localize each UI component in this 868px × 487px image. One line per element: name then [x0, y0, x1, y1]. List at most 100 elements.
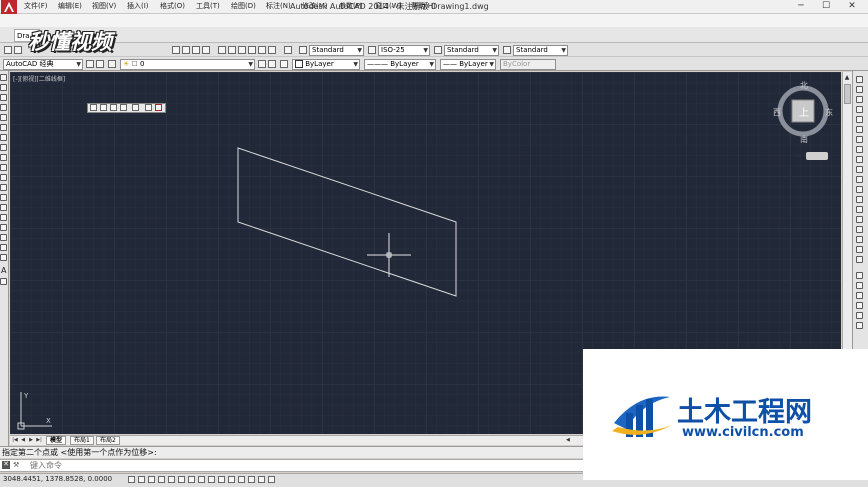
vertical-scroll-thumb[interactable] [844, 84, 851, 104]
layer-properties-icon[interactable] [108, 60, 116, 68]
object-snap-tracking-icon[interactable] [198, 476, 205, 483]
zoom-realtime-icon[interactable] [182, 46, 190, 54]
menu-edit[interactable]: 编辑(E) [58, 1, 82, 12]
next-layout-icon[interactable]: ▶ [28, 436, 34, 444]
text-style-select[interactable]: Standard ▼ [309, 45, 364, 56]
edit-spline-icon[interactable] [856, 256, 863, 263]
3d-object-snap-icon[interactable] [188, 476, 195, 483]
quickcalc-icon[interactable] [268, 46, 276, 54]
menu-draw[interactable]: 绘图(D) [231, 1, 256, 12]
erase-icon[interactable] [856, 76, 863, 83]
tab-layout2[interactable]: 布局2 [96, 436, 120, 445]
region-icon[interactable] [0, 234, 7, 241]
menu-file[interactable]: 文件(F) [24, 1, 48, 12]
ellipse-arc-icon[interactable] [0, 174, 7, 181]
break-icon[interactable] [856, 186, 863, 193]
design-center-icon[interactable] [228, 46, 236, 54]
add-selected-icon[interactable] [0, 278, 7, 285]
join-icon[interactable] [856, 196, 863, 203]
polar-tracking-icon[interactable] [168, 476, 175, 483]
point-icon[interactable] [0, 204, 7, 211]
table-style-select[interactable]: Standard ▼ [444, 45, 499, 56]
dim-style-select[interactable]: ISO-25 ▼ [378, 45, 430, 56]
menu-format[interactable]: 格式(O) [160, 1, 185, 12]
viewcube-west[interactable]: 西 [773, 107, 781, 118]
mirror-icon[interactable] [856, 96, 863, 103]
polygon-icon[interactable] [0, 104, 7, 111]
zoom-previous-icon[interactable] [202, 46, 210, 54]
properties-icon[interactable] [218, 46, 226, 54]
pan-icon[interactable] [172, 46, 180, 54]
markup-icon[interactable] [258, 46, 266, 54]
send-back-icon[interactable] [856, 292, 863, 299]
move-icon[interactable] [856, 126, 863, 133]
dynamic-ucs-icon[interactable] [208, 476, 215, 483]
open-file-icon[interactable] [14, 46, 22, 54]
autocad-logo-icon[interactable] [1, 0, 17, 14]
layer-states-icon[interactable] [280, 60, 288, 68]
revcloud-icon[interactable] [0, 144, 7, 151]
make-current-layer-icon[interactable] [258, 60, 266, 68]
workspace-select[interactable]: AutoCAD 经典 ▼ [3, 59, 83, 70]
first-layout-icon[interactable]: |◀ [12, 436, 18, 444]
text-front-icon[interactable] [856, 322, 863, 329]
menu-modify[interactable]: 修改(M) [302, 1, 328, 12]
explode-icon[interactable] [856, 236, 863, 243]
construction-line-icon[interactable] [0, 84, 7, 91]
wcs-menu[interactable]: WCS [794, 153, 814, 161]
lineweight-select[interactable]: —— ByLayer ▼ [440, 59, 496, 70]
menu-parametric[interactable]: 参数(P) [339, 1, 363, 12]
ellipse-icon[interactable] [0, 164, 7, 171]
insert-block-icon[interactable] [0, 184, 7, 191]
edit-polyline-icon[interactable] [856, 246, 863, 253]
selection-cycling-icon[interactable] [258, 476, 265, 483]
prev-layout-icon[interactable]: ◀ [20, 436, 26, 444]
command-input[interactable] [30, 460, 330, 471]
linetype-select[interactable]: ——— ByLayer ▼ [364, 59, 436, 70]
viewcube-north[interactable]: 北 [800, 80, 808, 91]
viewcube-south[interactable]: 南 [800, 134, 808, 145]
lineweight-icon[interactable] [228, 476, 235, 483]
last-layout-icon[interactable]: ▶| [36, 436, 42, 444]
coordinates-readout[interactable]: 3048.4451, 1378.8528, 0.0000 [3, 475, 113, 485]
rotate-icon[interactable] [856, 136, 863, 143]
hatch-icon[interactable] [0, 214, 7, 221]
viewcube-east[interactable]: 东 [825, 107, 833, 118]
layer-previous-icon[interactable] [268, 60, 276, 68]
menu-window[interactable]: 窗口(W) [375, 1, 401, 12]
color-select[interactable]: ByLayer ▼ [292, 59, 360, 70]
ortho-mode-icon[interactable] [158, 476, 165, 483]
minimize-button[interactable]: ─ [790, 0, 812, 13]
stretch-icon[interactable] [856, 156, 863, 163]
zoom-window-icon[interactable] [192, 46, 200, 54]
maximize-button[interactable]: ☐ [815, 0, 837, 13]
offset-icon[interactable] [856, 106, 863, 113]
fillet-icon[interactable] [856, 216, 863, 223]
menu-help[interactable]: 帮助(H) [411, 1, 436, 12]
customize-icon[interactable]: ⚒ [13, 461, 21, 469]
line-tool-icon[interactable] [0, 74, 7, 81]
polyline-icon[interactable] [0, 94, 7, 101]
help-icon[interactable] [284, 46, 292, 54]
menu-view[interactable]: 视图(V) [92, 1, 116, 12]
text-tool-icon[interactable]: A [1, 266, 8, 275]
viewcube-top-face[interactable]: 上 [799, 104, 809, 119]
draw-order-icon[interactable] [856, 272, 863, 279]
snap-mode-icon[interactable] [138, 476, 145, 483]
make-block-icon[interactable] [0, 194, 7, 201]
chamfer-icon[interactable] [856, 206, 863, 213]
new-file-icon[interactable] [4, 46, 12, 54]
bring-above-icon[interactable] [856, 302, 863, 309]
arc-icon[interactable] [0, 124, 7, 131]
sheet-set-icon[interactable] [248, 46, 256, 54]
table-icon[interactable] [0, 244, 7, 251]
menu-dimension[interactable]: 标注(N) [266, 1, 291, 12]
quick-properties-icon[interactable] [248, 476, 255, 483]
multileader-style-select[interactable]: Standard ▼ [513, 45, 568, 56]
menu-tools[interactable]: 工具(T) [196, 1, 220, 12]
scale-icon[interactable] [856, 146, 863, 153]
circle-icon[interactable] [0, 134, 7, 141]
trim-icon[interactable] [856, 166, 863, 173]
transparency-icon[interactable] [238, 476, 245, 483]
send-under-icon[interactable] [856, 312, 863, 319]
